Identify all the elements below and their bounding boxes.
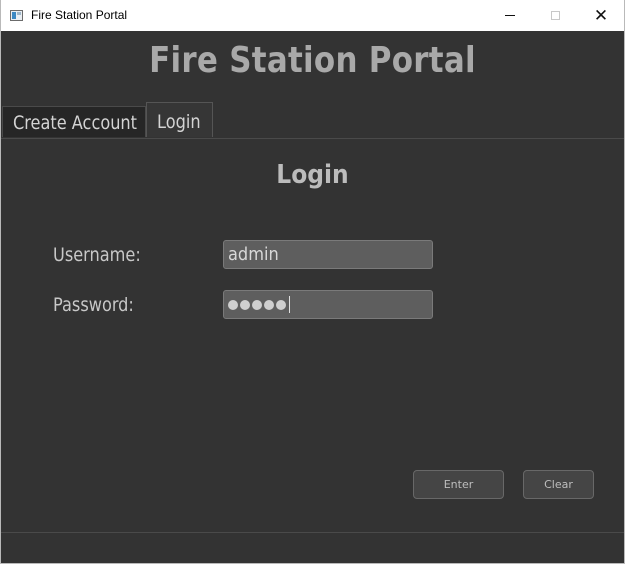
minimize-button[interactable] <box>487 0 533 31</box>
username-value: admin <box>228 244 279 265</box>
divider <box>1 532 624 533</box>
close-icon: ✕ <box>593 5 609 26</box>
app-window: Fire Station Portal ✕ Fire Station Porta… <box>0 0 625 564</box>
text-caret <box>289 296 290 313</box>
maximize-icon <box>550 11 560 20</box>
username-label: Username: <box>53 244 141 266</box>
username-field[interactable]: admin <box>223 240 433 269</box>
close-button[interactable]: ✕ <box>578 0 624 31</box>
password-dot <box>252 299 262 310</box>
password-dot <box>228 299 238 310</box>
tab-label: Create Account <box>13 112 138 134</box>
tab-label: Login <box>157 111 201 133</box>
title-bar[interactable]: Fire Station Portal ✕ <box>1 0 624 31</box>
window-title: Fire Station Portal <box>31 8 128 22</box>
app-title: Fire Station Portal <box>149 40 476 81</box>
app-window-icon <box>10 10 23 21</box>
tab-create-account[interactable]: Create Account <box>2 106 146 137</box>
form-title: Login <box>276 160 349 190</box>
tab-login[interactable]: Login <box>146 102 213 137</box>
password-dot <box>276 299 286 310</box>
password-dot <box>240 299 250 310</box>
maximize-button[interactable] <box>532 0 578 31</box>
password-mask <box>228 291 428 318</box>
clear-button[interactable]: Clear <box>523 470 594 499</box>
password-field[interactable] <box>223 290 433 319</box>
password-dot <box>264 299 274 310</box>
password-label: Password: <box>53 294 134 316</box>
minimize-icon <box>505 15 515 16</box>
tab-bar: Create Account Login <box>1 102 624 139</box>
enter-button[interactable]: Enter <box>413 470 504 499</box>
